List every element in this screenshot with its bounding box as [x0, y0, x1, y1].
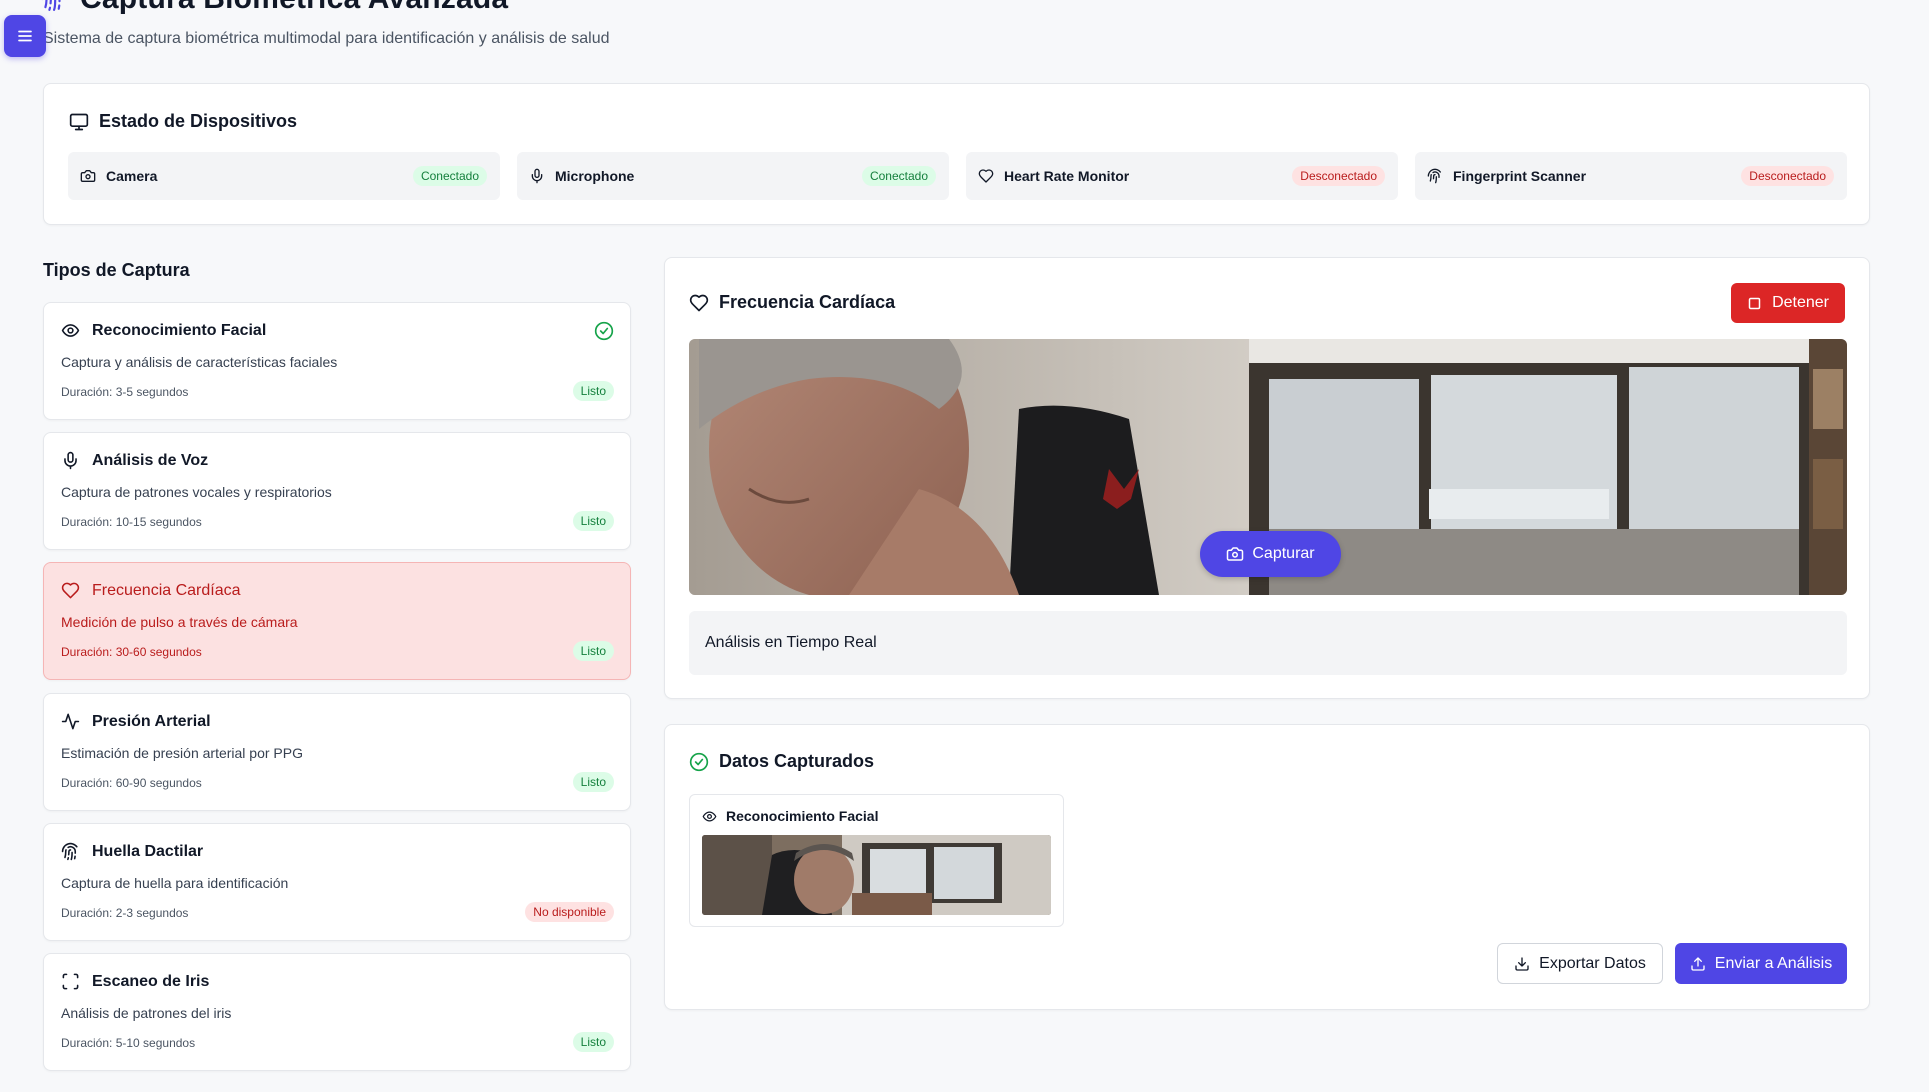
active-capture-title: Frecuencia Cardíaca — [719, 292, 896, 312]
page-title: Captura Biométrica Avanzada — [80, 0, 508, 16]
devices-panel: Estado de Dispositivos Camera Conectado … — [43, 83, 1870, 225]
capture-type-duration: Duración: 5-10 segundos — [61, 1036, 196, 1050]
heart-icon — [978, 168, 994, 184]
device-status-badge: Desconectado — [1292, 166, 1385, 186]
capture-types-title: Tipos de Captura — [43, 260, 190, 280]
check-circle-icon — [594, 321, 614, 341]
device-name: Fingerprint Scanner — [1453, 168, 1587, 184]
menu-icon — [16, 27, 34, 45]
capture-type-duration: Duración: 3-5 segundos — [61, 385, 189, 399]
device-name: Camera — [106, 168, 158, 184]
realtime-analysis-label: Análisis en Tiempo Real — [705, 634, 877, 651]
eye-icon — [61, 321, 80, 340]
status-badge: Listo — [572, 381, 614, 401]
status-badge: No disponible — [525, 902, 614, 922]
microphone-icon — [61, 451, 80, 470]
page-subtitle: Sistema de captura biométrica multimodal… — [43, 30, 610, 47]
capture-type-name: Frecuencia Cardíaca — [92, 581, 241, 599]
devices-header: Estado de Dispositivos — [69, 111, 297, 132]
capture-type-description: Captura y análisis de características fa… — [61, 354, 338, 370]
send-to-analysis-button[interactable]: Enviar a Análisis — [1675, 943, 1847, 984]
device-status-badge: Conectado — [412, 166, 487, 186]
status-badge: Listo — [572, 1032, 614, 1052]
heart-icon — [689, 293, 709, 313]
download-icon — [1514, 956, 1530, 972]
capture-type-name: Reconocimiento Facial — [92, 321, 267, 339]
device-microphone: Microphone Conectado — [517, 152, 949, 200]
scan-icon — [61, 972, 80, 991]
status-badge: Listo — [572, 641, 614, 661]
capture-type-description: Captura de patrones vocales y respirator… — [61, 484, 332, 500]
realtime-analysis-panel: Análisis en Tiempo Real — [689, 611, 1847, 675]
eye-icon — [702, 809, 717, 824]
camera-icon — [1226, 545, 1244, 563]
fingerprint-icon — [1427, 168, 1443, 184]
camera-preview: Capturar — [689, 339, 1847, 595]
capture-type-iris[interactable]: Escaneo de Iris Análisis de patrones del… — [43, 953, 631, 1071]
device-status-badge: Conectado — [861, 166, 936, 186]
capture-type-name: Escaneo de Iris — [92, 972, 210, 990]
capture-type-blood-pressure[interactable]: Presión Arterial Estimación de presión a… — [43, 693, 631, 811]
active-capture-panel: Frecuencia Cardíaca Detener Capturar Aná… — [664, 257, 1870, 699]
fingerprint-icon — [40, 0, 66, 12]
captured-data-header: Datos Capturados — [689, 751, 874, 772]
capture-type-name: Análisis de Voz — [92, 451, 209, 469]
captured-data-panel: Datos Capturados Reconocimiento Facial E — [664, 724, 1870, 1010]
devices-title: Estado de Dispositivos — [99, 111, 298, 131]
square-icon — [1747, 296, 1762, 311]
device-fingerprint-scanner: Fingerprint Scanner Desconectado — [1415, 152, 1847, 200]
capture-type-facial[interactable]: Reconocimiento Facial Captura y análisis… — [43, 302, 631, 420]
export-data-label: Exportar Datos — [1539, 954, 1646, 972]
capture-type-heart-rate[interactable]: Frecuencia Cardíaca Medición de pulso a … — [43, 562, 631, 680]
capture-button[interactable]: Capturar — [1200, 531, 1341, 577]
capture-type-duration: Duración: 60-90 segundos — [61, 776, 202, 790]
capture-type-description: Captura de huella para identificación — [61, 875, 289, 891]
device-status-badge: Desconectado — [1741, 166, 1834, 186]
captured-item[interactable]: Reconocimiento Facial — [689, 794, 1064, 927]
capture-type-name: Huella Dactilar — [92, 842, 204, 860]
active-capture-header: Frecuencia Cardíaca — [689, 292, 895, 313]
export-data-button[interactable]: Exportar Datos — [1497, 943, 1663, 984]
activity-icon — [61, 712, 80, 731]
upload-icon — [1690, 956, 1706, 972]
fingerprint-icon — [61, 842, 80, 861]
device-camera: Camera Conectado — [68, 152, 500, 200]
monitor-icon — [69, 112, 89, 132]
page-header: Captura Biométrica Avanzada — [40, 0, 508, 16]
capture-type-name: Presión Arterial — [92, 712, 211, 730]
capture-type-description: Análisis de patrones del iris — [61, 1005, 232, 1021]
device-heart-rate-monitor: Heart Rate Monitor Desconectado — [966, 152, 1398, 200]
captured-item-name: Reconocimiento Facial — [726, 808, 879, 824]
captured-data-title: Datos Capturados — [719, 751, 875, 771]
capture-type-fingerprint[interactable]: Huella Dactilar Captura de huella para i… — [43, 823, 631, 941]
status-badge: Listo — [572, 772, 614, 792]
microphone-icon — [529, 168, 545, 184]
captured-thumbnail-image — [702, 835, 1051, 915]
capture-type-duration: Duración: 2-3 segundos — [61, 906, 189, 920]
status-badge: Listo — [572, 511, 614, 531]
menu-button[interactable] — [4, 15, 46, 57]
capture-button-label: Capturar — [1252, 545, 1315, 562]
capture-type-duration: Duración: 10-15 segundos — [61, 515, 202, 529]
heart-icon — [61, 581, 80, 600]
capture-type-voice[interactable]: Análisis de Voz Captura de patrones voca… — [43, 432, 631, 550]
check-circle-icon — [689, 752, 709, 772]
send-to-analysis-label: Enviar a Análisis — [1714, 954, 1833, 972]
stop-button[interactable]: Detener — [1731, 283, 1845, 323]
capture-type-description: Estimación de presión arterial por PPG — [61, 745, 303, 761]
device-name: Microphone — [555, 168, 635, 184]
camera-icon — [80, 168, 96, 184]
captured-thumbnail — [702, 835, 1051, 915]
capture-type-description: Medición de pulso a través de cámara — [61, 614, 298, 630]
capture-type-duration: Duración: 30-60 segundos — [61, 645, 202, 659]
device-name: Heart Rate Monitor — [1004, 168, 1130, 184]
stop-button-label: Detener — [1772, 294, 1829, 311]
